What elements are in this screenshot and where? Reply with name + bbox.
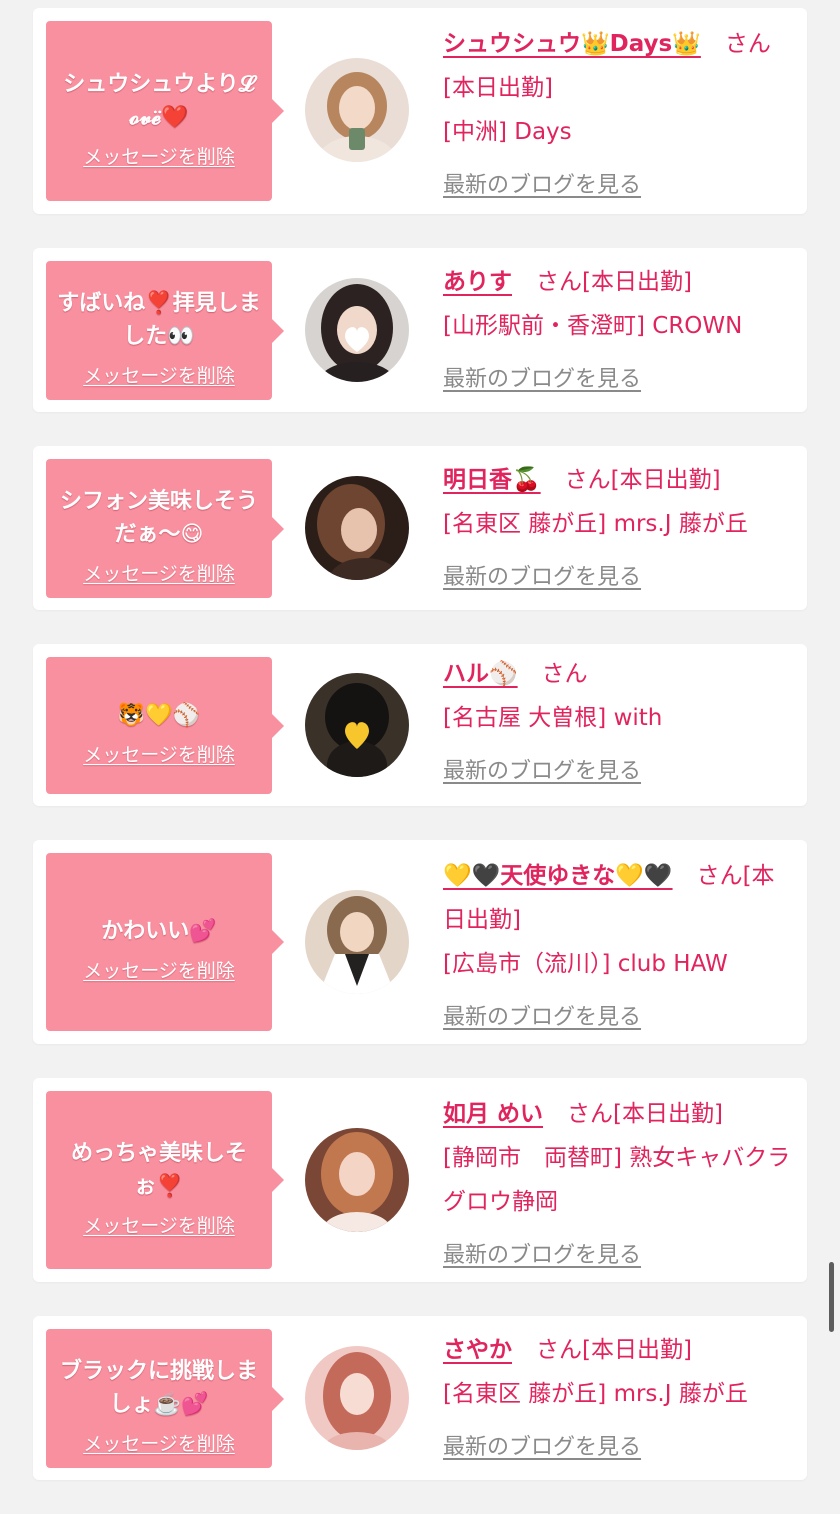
delete-message-link[interactable]: メッセージを削除 bbox=[83, 956, 235, 983]
list-item: めっちゃ美味しそぉ❣️ メッセージを削除 如月 めい さん[本日出勤] [静岡市 … bbox=[33, 1078, 807, 1282]
cast-name-link[interactable]: 明日香🍒 bbox=[443, 467, 541, 493]
cast-info: ありす さん[本日出勤] [山形駅前・香澄町] CROWN 最新のブログを見る bbox=[443, 260, 795, 402]
list-item: かわいい💕 メッセージを削除 💛🖤天使ゆきな💛🖤 さん[本日出勤] [広島市（流川… bbox=[33, 840, 807, 1044]
avatar[interactable] bbox=[305, 890, 409, 994]
san-label: さん bbox=[567, 1101, 614, 1127]
cast-name-link[interactable]: さやか bbox=[443, 1337, 512, 1363]
shop-label: [名古屋 大曽根] with bbox=[443, 705, 663, 731]
san-label: さん bbox=[696, 863, 743, 889]
shop-label: [名東区 藤が丘] mrs.J 藤が丘 bbox=[443, 511, 748, 537]
avatar[interactable] bbox=[305, 673, 409, 777]
cast-name-link[interactable]: 如月 めい bbox=[443, 1101, 543, 1127]
shop-label: [中洲] Days bbox=[443, 119, 572, 145]
latest-blog-link[interactable]: 最新のブログを見る bbox=[443, 164, 641, 208]
message-text: 🐯💛⚾️ bbox=[117, 702, 201, 728]
message-text: ブラックに挑戦しましょ☕️💕 bbox=[59, 1359, 258, 1417]
san-label: さん bbox=[536, 1337, 582, 1363]
cast-info: ハル⚾️ さん [名古屋 大曽根] with 最新のブログを見る bbox=[443, 652, 795, 794]
shop-label: [静岡市 両替町] 熟女キャバクラ グロウ静岡 bbox=[443, 1145, 791, 1215]
cast-name-link[interactable]: シュウシュウ👑Days👑 bbox=[443, 31, 701, 57]
delete-message-link[interactable]: メッセージを削除 bbox=[83, 361, 235, 388]
cast-info: 💛🖤天使ゆきな💛🖤 さん[本日出勤] [広島市（流川）] club HAW 最新の… bbox=[443, 854, 795, 1040]
delete-message-link[interactable]: メッセージを削除 bbox=[83, 142, 235, 169]
latest-blog-link[interactable]: 最新のブログを見る bbox=[443, 996, 641, 1040]
message-bubble: かわいい💕 メッセージを削除 bbox=[46, 853, 284, 1031]
scrollbar[interactable] bbox=[829, 1262, 834, 1332]
list-item: すばいね❣️拝見しました👀 メッセージを削除 ありす さん[本日出勤] [山形駅前… bbox=[33, 248, 807, 412]
delete-message-link[interactable]: メッセージを削除 bbox=[83, 1429, 235, 1456]
avatar[interactable] bbox=[305, 476, 409, 580]
message-list: シュウシュウより𝓛𝓸𝓿𝓮̈❤️ メッセージを削除 シュウシュウ👑Days👑 さん[… bbox=[33, 8, 807, 1514]
avatar[interactable] bbox=[305, 278, 409, 382]
message-bubble: めっちゃ美味しそぉ❣️ メッセージを削除 bbox=[46, 1091, 284, 1269]
cast-info: さやか さん[本日出勤] [名東区 藤が丘] mrs.J 藤が丘 最新のブログを見… bbox=[443, 1328, 795, 1470]
status-label: [本日出勤] bbox=[443, 75, 553, 101]
shop-label: [広島市（流川）] club HAW bbox=[443, 951, 728, 977]
message-bubble: ブラックに挑戦しましょ☕️💕 メッセージを削除 bbox=[46, 1329, 284, 1468]
delete-message-link[interactable]: メッセージを削除 bbox=[83, 740, 235, 767]
latest-blog-link[interactable]: 最新のブログを見る bbox=[443, 750, 641, 794]
avatar[interactable] bbox=[305, 1346, 409, 1450]
cast-name-link[interactable]: ありす bbox=[443, 269, 512, 295]
message-text: シュウシュウより𝓛𝓸𝓿𝓮̈❤️ bbox=[63, 71, 255, 130]
latest-blog-link[interactable]: 最新のブログを見る bbox=[443, 556, 641, 600]
message-text: シフォン美味しそうだぁ～😋 bbox=[59, 489, 258, 547]
status-label: [本日出勤] bbox=[610, 467, 721, 493]
cast-name-link[interactable]: 💛🖤天使ゆきな💛🖤 bbox=[443, 863, 673, 889]
status-label: [本日出勤] bbox=[582, 1337, 692, 1363]
latest-blog-link[interactable]: 最新のブログを見る bbox=[443, 358, 641, 402]
message-bubble: すばいね❣️拝見しました👀 メッセージを削除 bbox=[46, 261, 284, 400]
avatar[interactable] bbox=[305, 1128, 409, 1232]
san-label: さん bbox=[564, 467, 611, 493]
message-text: すばいね❣️拝見しました👀 bbox=[57, 291, 261, 349]
latest-blog-link[interactable]: 最新のブログを見る bbox=[443, 1426, 641, 1470]
list-item: シュウシュウより𝓛𝓸𝓿𝓮̈❤️ メッセージを削除 シュウシュウ👑Days👑 さん [… bbox=[33, 8, 807, 214]
status-label: [本日出勤] bbox=[613, 1101, 723, 1127]
list-item: 🐯💛⚾️ メッセージを削除 ハル⚾️ さん [名古屋 大曽根] with 最新のブ… bbox=[33, 644, 807, 806]
avatar[interactable] bbox=[305, 58, 409, 162]
cast-name-link[interactable]: ハル⚾️ bbox=[443, 661, 518, 687]
shop-label: [名東区 藤が丘] mrs.J 藤が丘 bbox=[443, 1381, 748, 1407]
list-item: ブラックに挑戦しましょ☕️💕 メッセージを削除 さやか さん[本日出勤] [名東区… bbox=[33, 1316, 807, 1480]
cast-info: 明日香🍒 さん[本日出勤] [名東区 藤が丘] mrs.J 藤が丘 最新のブログを… bbox=[443, 458, 795, 600]
message-bubble: シュウシュウより𝓛𝓸𝓿𝓮̈❤️ メッセージを削除 bbox=[46, 21, 284, 201]
message-bubble: シフォン美味しそうだぁ～😋 メッセージを削除 bbox=[46, 459, 284, 598]
status-label: [本日出勤] bbox=[582, 269, 692, 295]
cast-info: 如月 めい さん[本日出勤] [静岡市 両替町] 熟女キャバクラ グロウ静岡 最新… bbox=[443, 1092, 795, 1278]
latest-blog-link[interactable]: 最新のブログを見る bbox=[443, 1234, 641, 1278]
message-bubble: 🐯💛⚾️ メッセージを削除 bbox=[46, 657, 284, 794]
san-label: さん bbox=[724, 31, 771, 57]
shop-label: [山形駅前・香澄町] CROWN bbox=[443, 313, 743, 339]
cast-info: シュウシュウ👑Days👑 さん [本日出勤] [中洲] Days 最新のブログを見る bbox=[443, 22, 795, 208]
message-text: かわいい💕 bbox=[101, 919, 217, 944]
list-item: シフォン美味しそうだぁ～😋 メッセージを削除 明日香🍒 さん[本日出勤] [名東区… bbox=[33, 446, 807, 610]
delete-message-link[interactable]: メッセージを削除 bbox=[83, 1211, 235, 1238]
message-text: めっちゃ美味しそぉ❣️ bbox=[70, 1140, 247, 1199]
san-label: さん bbox=[536, 269, 582, 295]
san-label: さん bbox=[541, 661, 588, 687]
delete-message-link[interactable]: メッセージを削除 bbox=[83, 559, 235, 586]
